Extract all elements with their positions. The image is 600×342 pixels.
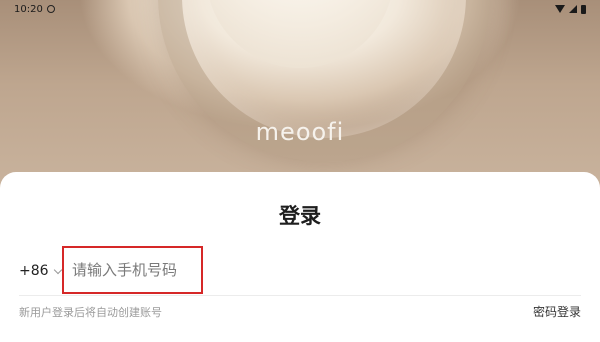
chevron-down-icon: [53, 265, 62, 274]
input-divider: [19, 295, 581, 296]
hero-banner: meoofi: [0, 0, 600, 190]
signal-icon: [569, 5, 577, 13]
password-login-link[interactable]: 密码登录: [533, 303, 581, 320]
new-user-hint: 新用户登录后将自动创建账号: [19, 306, 162, 319]
phone-number-input[interactable]: [62, 246, 203, 294]
battery-icon: [581, 4, 586, 14]
country-code-selector[interactable]: +86: [19, 263, 62, 279]
status-left: 10:20: [14, 4, 55, 15]
status-time: 10:20: [14, 3, 43, 15]
page-title: 登录: [279, 204, 321, 228]
status-right: [555, 4, 586, 14]
status-bar: 10:20: [0, 0, 600, 18]
country-code-label: +86: [19, 263, 49, 279]
clock-icon: [46, 5, 55, 13]
brand-logo: meoofi: [255, 118, 345, 146]
wifi-icon: [555, 5, 565, 13]
